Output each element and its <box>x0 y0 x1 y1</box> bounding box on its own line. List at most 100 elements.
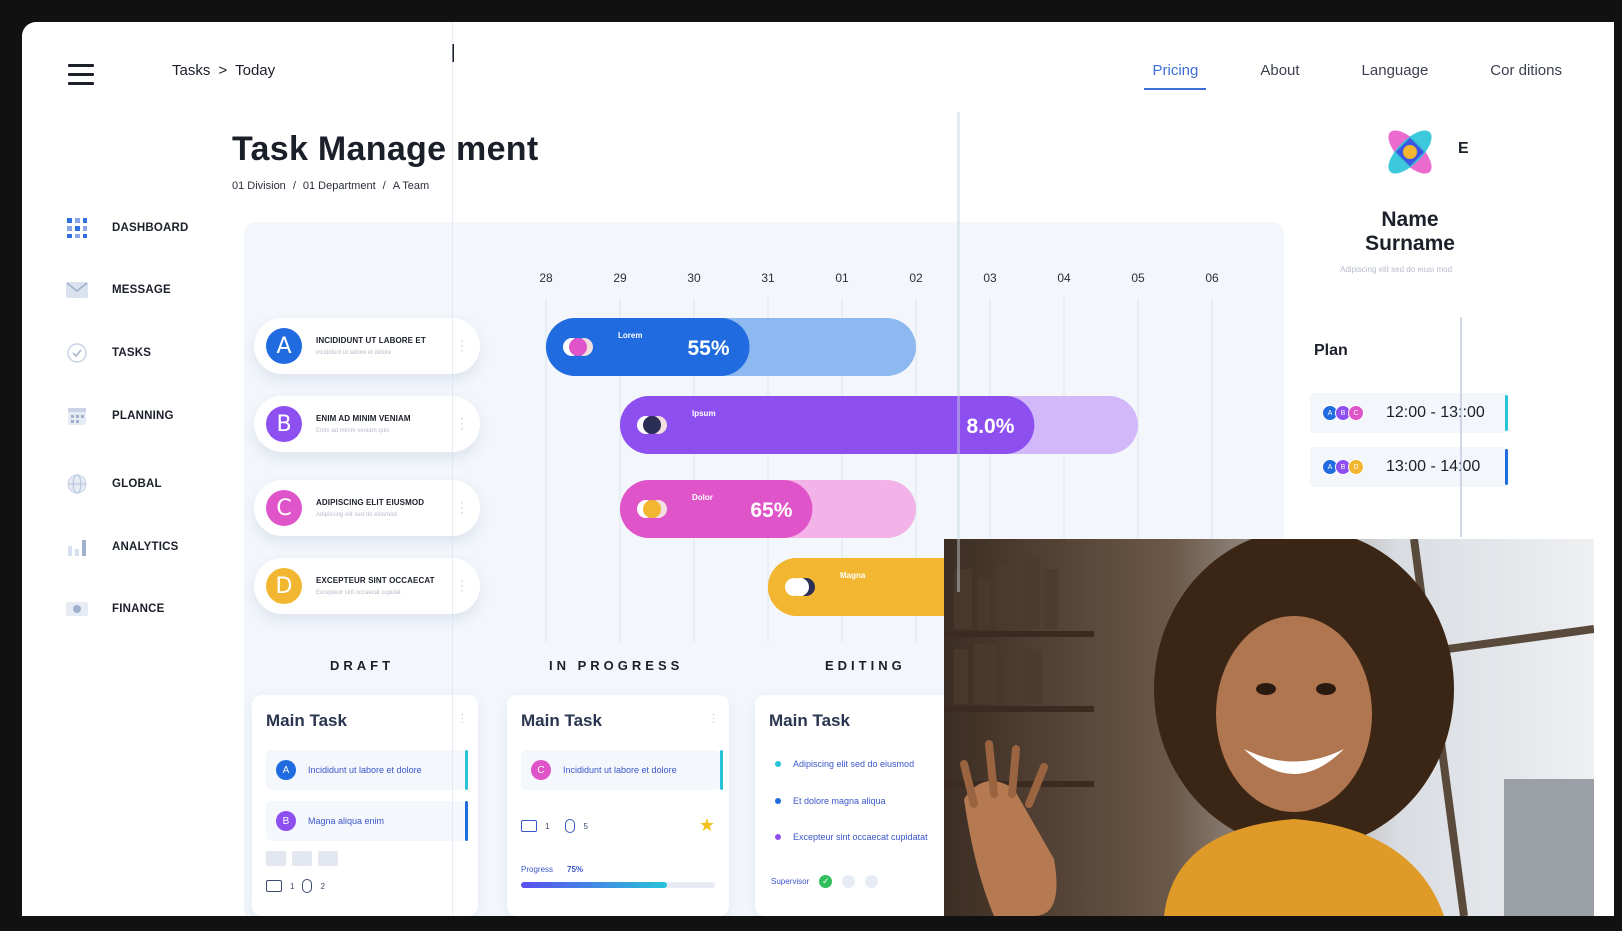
crumb-division[interactable]: 01 Division <box>232 180 286 192</box>
task-subtitle: Enim ad minim veniam quis <box>316 428 390 434</box>
sidebar-label: PLANNING <box>112 410 174 422</box>
card-title: Main Task <box>521 711 602 730</box>
item-text: Magna aliqua enim <box>308 816 385 826</box>
sidebar-item-analytics[interactable]: ANALYTICS <box>66 536 179 558</box>
task-card-b[interactable]: B ENIM AD MINIM VENIAM Enim ad minim ven… <box>254 396 480 452</box>
nav-about[interactable]: About <box>1260 62 1299 79</box>
card-title: Main Task <box>769 711 850 730</box>
avatar: C <box>266 490 302 526</box>
item-text: Incididunt ut labore et dolore <box>308 765 422 775</box>
list-item[interactable]: C Incididunt ut labore et dolore <box>521 750 723 790</box>
breadcrumb-separator: > <box>218 62 228 79</box>
bullet-text: Adipiscing elit sed do eiusmod <box>793 759 915 769</box>
toggle-dot <box>643 500 661 518</box>
sidebar-label: TASKS <box>112 347 152 359</box>
inprogress-card[interactable]: Main Task · · · C Incididunt ut labore et … <box>507 695 729 916</box>
date-label: 01 <box>835 271 849 285</box>
task-title: ENIM AD MINIM VENIAM <box>316 414 411 423</box>
progress-track <box>521 882 715 888</box>
attachment-count: 5 <box>583 821 588 831</box>
bar-label: Magna <box>840 571 866 580</box>
grid-icon <box>66 217 88 239</box>
image-icon <box>292 851 312 866</box>
page-title: Task Manage ment <box>232 130 539 168</box>
nav-language[interactable]: Language <box>1362 62 1429 79</box>
status-bar <box>465 750 468 790</box>
comment-icon[interactable] <box>266 880 282 892</box>
hamburger-menu-icon[interactable] <box>68 64 94 86</box>
top-nav: Pricing About Language Cor ditions <box>1144 62 1562 90</box>
list-item[interactable]: B Magna aliqua enim <box>266 801 468 841</box>
supervisor-label: Supervisor <box>771 877 810 886</box>
more-options-icon[interactable]: · · · <box>460 496 464 518</box>
image-thumbnails <box>266 851 338 866</box>
bar-percent: 8.0% <box>967 415 1015 438</box>
sidebar-item-planning[interactable]: PLANNING <box>66 405 174 427</box>
sidebar-label: MESSAGE <box>112 284 171 296</box>
bullet-item: Excepteur sint occaecat cupidatat <box>775 832 928 842</box>
monitor-frame: Tasks > Today Pricing About Language Cor… <box>0 0 1622 931</box>
nav-pricing[interactable]: Pricing <box>1144 62 1207 90</box>
date-label: 02 <box>909 271 923 285</box>
overlay-line <box>1460 317 1462 537</box>
chip: D <box>1348 459 1364 475</box>
progress-row: Progress 75% <box>521 865 583 874</box>
more-options-icon[interactable]: · · · <box>460 574 464 596</box>
app-logo <box>1380 122 1440 182</box>
participant-chips: A B D <box>1322 459 1364 475</box>
plan-label: Plan <box>1314 342 1348 359</box>
globe-icon <box>66 473 88 495</box>
sidebar-item-finance[interactable]: FINANCE <box>66 598 165 620</box>
chip: C <box>1348 405 1364 421</box>
list-item[interactable]: A Incididunt ut labore et dolore <box>266 750 468 790</box>
attachment-count: 2 <box>320 881 325 891</box>
sidebar-item-global[interactable]: GLOBAL <box>66 473 162 495</box>
bullet-dot <box>775 798 781 804</box>
more-options-icon[interactable]: · · · <box>461 710 464 728</box>
more-options-icon[interactable]: · · · <box>712 710 715 728</box>
nav-conditions[interactable]: Cor ditions <box>1490 62 1562 79</box>
crumb-department[interactable]: 01 Department <box>303 180 376 192</box>
breadcrumb-today[interactable]: Today <box>235 62 275 79</box>
bullet-item: Adipiscing elit sed do eiusmod <box>775 759 914 769</box>
image-icon <box>266 851 286 866</box>
draft-card[interactable]: Main Task · · · A Incididunt ut labore et … <box>252 695 478 916</box>
check-icon[interactable] <box>865 875 879 888</box>
task-card-c[interactable]: C ADIPISCING ELIT EIUSMOD Adipiscing eli… <box>254 480 480 536</box>
plan-item[interactable]: A B D 13:00 - 14:00 <box>1310 447 1508 487</box>
check-icon[interactable] <box>842 875 856 888</box>
app-screen: Tasks > Today Pricing About Language Cor… <box>22 22 1614 916</box>
star-icon[interactable]: ★ <box>699 815 715 836</box>
breadcrumb-tasks[interactable]: Tasks <box>172 62 210 79</box>
more-options-icon[interactable]: · · · <box>460 412 464 434</box>
sidebar-item-tasks[interactable]: TASKS <box>66 342 151 364</box>
date-label: 04 <box>1057 271 1071 285</box>
task-subtitle: Excepteur sint occaecat cupidat <box>316 590 401 596</box>
attachment-icon[interactable] <box>302 879 313 893</box>
bar-percent: 55% <box>687 337 729 360</box>
more-options-icon[interactable]: · · · <box>460 334 464 356</box>
check-icon[interactable]: ✓ <box>819 875 833 888</box>
plan-item[interactable]: A B C 12:00 - 13::00 <box>1310 393 1508 433</box>
card-meta: 1 2 <box>266 879 325 893</box>
task-title: ADIPISCING ELIT EIUSMOD <box>316 498 425 507</box>
plan-edge <box>1505 449 1508 485</box>
sidebar-item-dashboard[interactable]: DASHBOARD <box>66 217 189 239</box>
task-title: INCIDIDUNT UT LABORE ET <box>316 336 426 345</box>
bullet-text: Et dolore magna aliqua <box>793 796 886 806</box>
task-card-d[interactable]: D EXCEPTEUR SINT OCCAECAT Excepteur sint… <box>254 558 480 614</box>
avatar: A <box>266 328 302 364</box>
date-label: 30 <box>687 271 701 285</box>
progress-value: 75% <box>567 865 584 874</box>
crumb-team[interactable]: A Team <box>393 180 430 192</box>
comment-count: 1 <box>545 821 550 831</box>
comment-icon[interactable] <box>521 820 537 832</box>
crumb-sep: / <box>292 180 296 192</box>
sidebar-item-message[interactable]: MESSAGE <box>66 279 171 301</box>
avatar: B <box>276 811 296 831</box>
task-card-a[interactable]: A INCIDIDUNT UT LABORE ET incididunt ut … <box>254 318 480 374</box>
attachment-icon[interactable] <box>565 819 576 833</box>
participant-chips: A B C <box>1322 405 1364 421</box>
date-label: 06 <box>1205 271 1219 285</box>
status-bar <box>720 750 723 790</box>
